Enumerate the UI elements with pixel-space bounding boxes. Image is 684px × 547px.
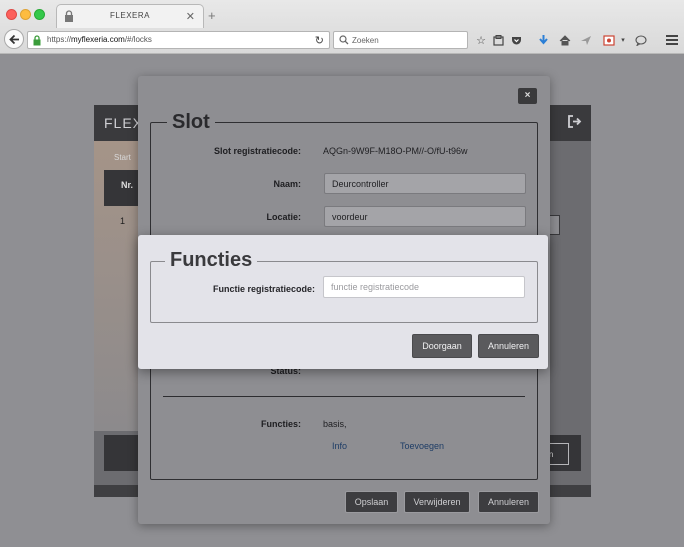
pocket-icon[interactable] [508, 32, 524, 48]
breadcrumb[interactable]: Start [114, 153, 131, 162]
zoom-window-button[interactable] [34, 9, 45, 20]
functie-registratiecode-input[interactable] [323, 276, 525, 298]
send-icon[interactable] [578, 32, 594, 48]
home-icon[interactable] [557, 32, 573, 48]
close-modal-button[interactable]: × [518, 88, 537, 104]
bookmark-star-icon[interactable]: ☆ [473, 32, 489, 48]
secure-lock-icon [32, 35, 42, 49]
functies-title: Functies [165, 249, 258, 272]
extension-dropdown-icon[interactable]: ▾ [615, 32, 631, 48]
registratiecode-label: Slot registratiecode: [213, 146, 301, 156]
locatie-field[interactable]: voordeur [324, 206, 526, 227]
tab-close-icon[interactable]: ✕ [186, 10, 195, 23]
registratiecode-value: AQGn-9W9F-M18O-PM//-O/fU-t96w [323, 146, 468, 156]
verwijderen-button[interactable]: Verwijderen [404, 491, 470, 513]
functies-value: basis, [323, 419, 347, 429]
close-window-button[interactable] [6, 9, 17, 20]
reload-icon[interactable]: ↻ [315, 34, 324, 47]
logout-icon[interactable] [567, 114, 582, 132]
toevoegen-link[interactable]: Toevoegen [400, 441, 444, 451]
section-divider [163, 396, 525, 397]
download-icon[interactable] [535, 32, 551, 48]
arrow-left-icon [9, 34, 19, 45]
chat-bubble-icon[interactable] [633, 32, 649, 48]
slot-title: Slot [167, 111, 215, 134]
url-text: https://myflexeria.com/#/locks [47, 35, 152, 44]
reading-list-icon[interactable] [490, 32, 506, 48]
page-overlay: FLEX Start Nr. 1 s s gen × Slot Slot reg… [0, 55, 684, 547]
opslaan-button[interactable]: Opslaan [345, 491, 398, 513]
navigation-bar: https://myflexeria.com/#/locks ↻ Zoeken … [0, 28, 684, 54]
browser-tab[interactable]: FLEXERA ✕ [56, 4, 204, 28]
minimize-window-button[interactable] [20, 9, 31, 20]
search-icon [339, 35, 349, 48]
back-button[interactable] [4, 29, 24, 49]
locatie-label: Locatie: [266, 212, 301, 222]
table-header-nr: Nr. [121, 180, 134, 190]
functies-label: Functies: [260, 419, 301, 429]
browser-chrome: FLEXERA ✕ + https://myflexeria.com/#/loc… [0, 0, 684, 54]
search-placeholder: Zoeken [352, 36, 379, 45]
functie-registratiecode-label: Functie registratiecode: [212, 284, 315, 294]
doorgaan-button[interactable]: Doorgaan [412, 334, 472, 358]
info-link[interactable]: Info [332, 441, 347, 451]
address-bar[interactable]: https://myflexeria.com/#/locks ↻ [27, 31, 330, 49]
functies-fieldset: Functies Functie registratiecode: [150, 249, 538, 323]
naam-label: Naam: [273, 179, 301, 189]
slot-annuleren-button[interactable]: Annuleren [478, 491, 539, 513]
tab-title: FLEXERA [110, 11, 150, 20]
table-row-number: 1 [120, 216, 126, 226]
functies-annuleren-button[interactable]: Annuleren [478, 334, 539, 358]
functies-modal: Functies Functie registratiecode: Doorga… [138, 235, 548, 369]
search-bar[interactable]: Zoeken [333, 31, 468, 49]
hamburger-menu-icon[interactable] [664, 32, 680, 48]
new-tab-icon[interactable]: + [208, 8, 216, 23]
naam-field[interactable]: Deurcontroller [324, 173, 526, 194]
tab-bar: FLEXERA ✕ + [0, 0, 684, 28]
